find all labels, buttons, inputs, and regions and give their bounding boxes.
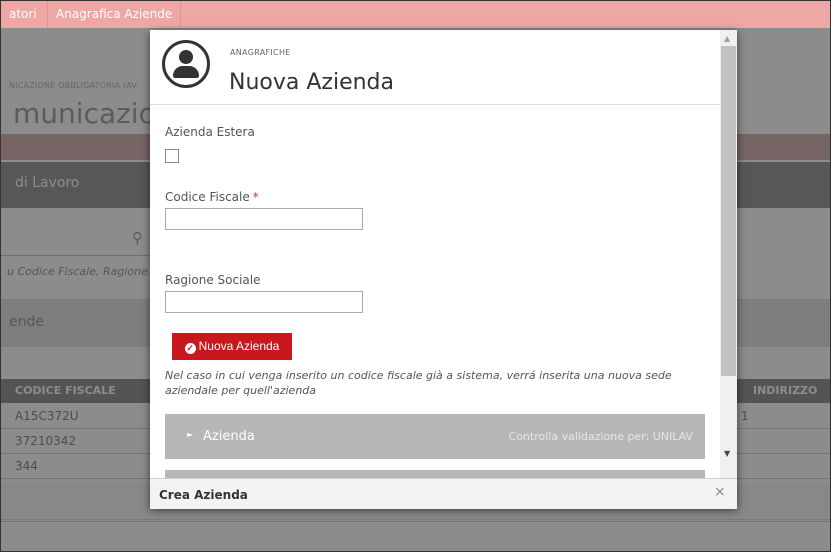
- user-circle-icon: [162, 40, 210, 88]
- dialog-scrollbar[interactable]: ▲ ▼: [720, 30, 737, 478]
- scrollbar-thumb[interactable]: [721, 46, 736, 376]
- nuova-azienda-button[interactable]: ✓ Nuova Azienda: [172, 333, 292, 360]
- codice-fiscale-label-text: Codice Fiscale: [165, 190, 250, 204]
- avatar-body: [173, 66, 199, 78]
- nuova-azienda-dialog: ANAGRAFICHE Nuova Azienda Azienda Estera…: [150, 30, 737, 509]
- avatar-head: [179, 50, 193, 64]
- info-note: Nel caso in cui venga inserito un codice…: [165, 369, 672, 397]
- scroll-up-icon[interactable]: ▲: [724, 34, 730, 43]
- screen: atori Anagrafica Aziende NICAZIONE OBBLI…: [0, 0, 831, 552]
- ragione-sociale-input[interactable]: [165, 291, 363, 313]
- dialog-title: Nuova Azienda: [229, 70, 394, 95]
- dialog-kicker: ANAGRAFICHE: [230, 48, 291, 57]
- check-circle-icon: ✓: [184, 343, 196, 354]
- dialog-footer: Crea Azienda ×: [150, 478, 737, 509]
- nav-tab-operatori[interactable]: atori: [1, 1, 45, 28]
- scroll-down-icon[interactable]: ▼: [724, 449, 730, 458]
- dialog-body: ANAGRAFICHE Nuova Azienda Azienda Estera…: [150, 30, 720, 504]
- accordion-validation-text: Controlla validazione per: UNILAV: [508, 430, 693, 443]
- dialog-footer-title: Crea Azienda: [159, 488, 248, 502]
- codice-fiscale-label: Codice Fiscale *: [165, 190, 259, 204]
- ragione-sociale-label: Ragione Sociale: [165, 273, 261, 287]
- azienda-estera-label: Azienda Estera: [165, 125, 255, 139]
- accordion-azienda[interactable]: ► Azienda Controlla validazione per: UNI…: [165, 414, 705, 459]
- dialog-header: ANAGRAFICHE Nuova Azienda: [150, 30, 720, 105]
- chevron-right-icon: ►: [187, 430, 194, 439]
- accordion-azienda-label: Azienda: [203, 429, 255, 444]
- nav-tab-anagrafica-aziende[interactable]: Anagrafica Aziende: [47, 1, 182, 28]
- azienda-estera-checkbox[interactable]: [165, 149, 179, 163]
- required-mark: *: [252, 190, 259, 204]
- codice-fiscale-input[interactable]: [165, 208, 363, 230]
- nuova-azienda-button-label: Nuova Azienda: [198, 339, 280, 353]
- close-icon[interactable]: ×: [714, 484, 726, 500]
- top-navigation: atori Anagrafica Aziende: [1, 1, 830, 28]
